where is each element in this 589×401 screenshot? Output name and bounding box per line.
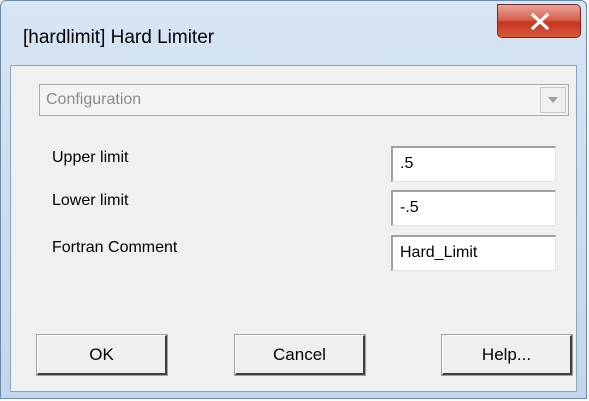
configuration-dropdown-button[interactable] [540, 87, 566, 113]
fortran-comment-input[interactable]: Hard_Limit [391, 235, 556, 271]
configuration-select-value: Configuration [46, 91, 142, 108]
ok-button[interactable]: OK [36, 334, 168, 376]
chevron-down-icon [548, 97, 558, 103]
close-button[interactable] [497, 4, 581, 38]
fortran-comment-label: Fortran Comment [52, 239, 178, 256]
dialog-body: Configuration Upper limit .5 Lower limit… [10, 65, 577, 392]
window-title: [hardlimit] Hard Limiter [23, 27, 215, 48]
upper-limit-label: Upper limit [52, 149, 129, 166]
close-x-icon [530, 13, 550, 30]
help-button[interactable]: Help... [441, 334, 573, 376]
lower-limit-label: Lower limit [52, 192, 129, 209]
title-bar[interactable]: [hardlimit] Hard Limiter [1, 1, 586, 65]
lower-limit-input[interactable]: -.5 [391, 190, 556, 226]
dialog-window: [hardlimit] Hard Limiter Configuration U… [0, 0, 587, 399]
cancel-button[interactable]: Cancel [234, 334, 366, 376]
upper-limit-input[interactable]: .5 [391, 146, 556, 182]
configuration-select[interactable]: Configuration [39, 84, 569, 116]
